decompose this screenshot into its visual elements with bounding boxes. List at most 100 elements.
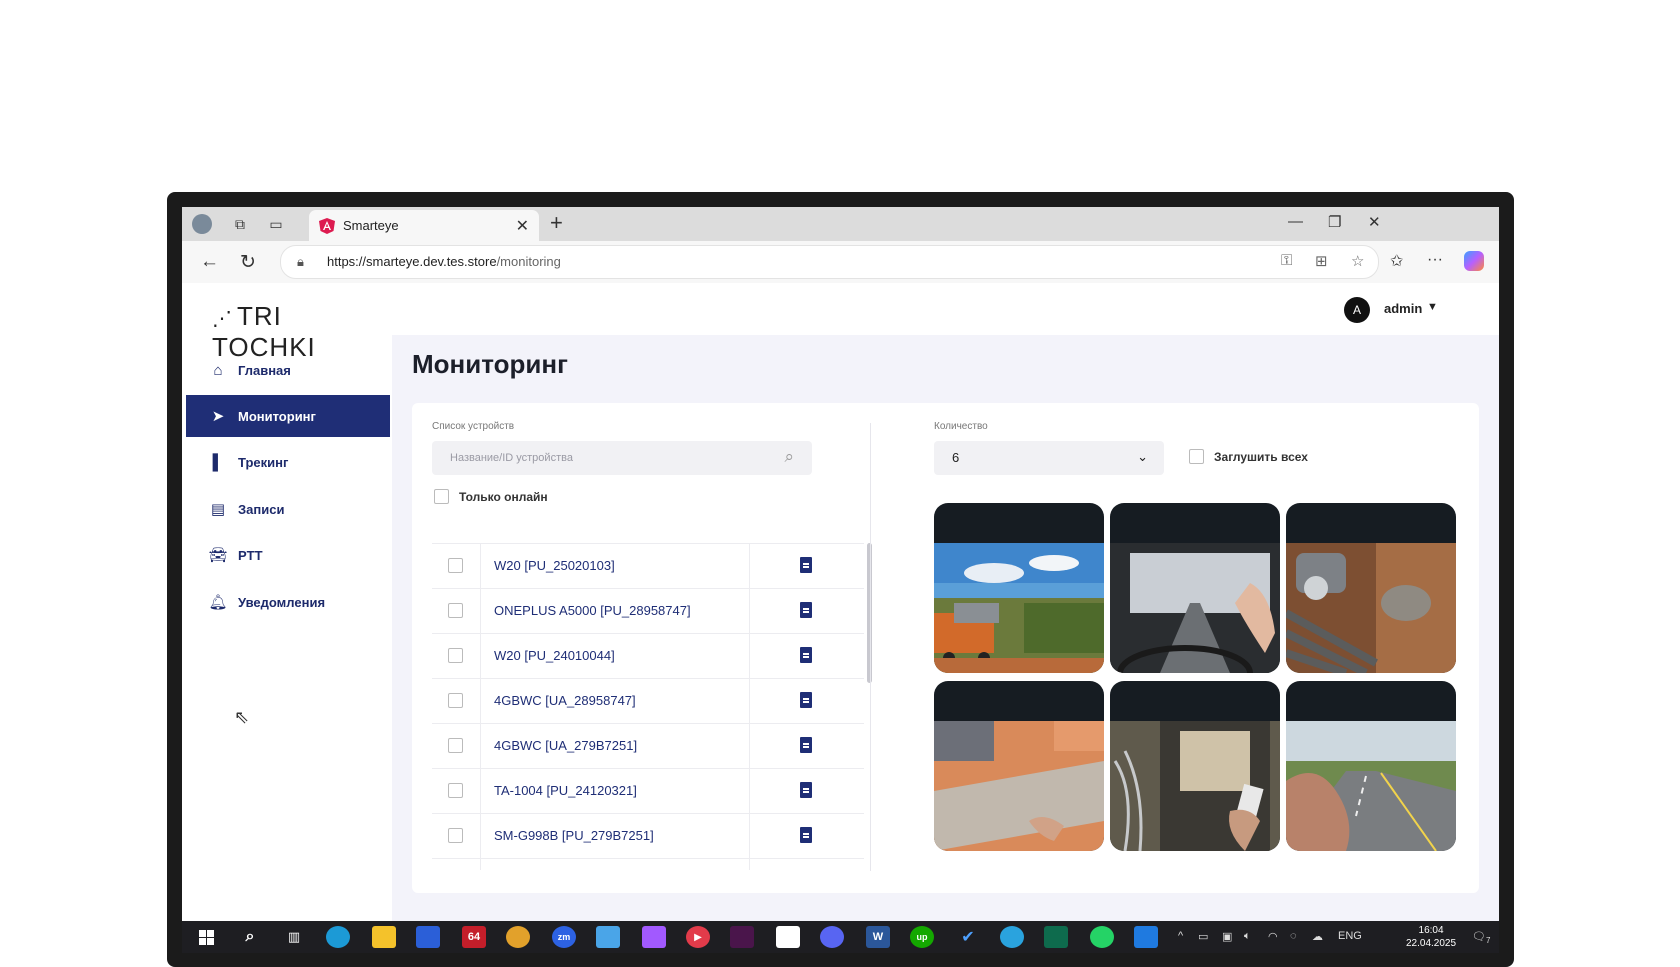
close-tab-icon[interactable]: ✕ bbox=[516, 216, 529, 236]
sidebar-item-records[interactable]: ▤ Записи bbox=[186, 488, 390, 530]
slack-icon[interactable] bbox=[730, 926, 754, 948]
back-icon[interactable]: ← bbox=[200, 251, 219, 273]
sidebar-item-notifications[interactable]: 🔔︎ Уведомления bbox=[186, 581, 390, 623]
document-icon[interactable] bbox=[800, 737, 812, 753]
document-icon[interactable] bbox=[800, 647, 812, 663]
network-icon[interactable]: ◠ bbox=[1268, 930, 1278, 943]
only-online-label: Только онлайн bbox=[459, 490, 548, 504]
table-row[interactable]: W20 [PU_24010044] bbox=[432, 634, 864, 679]
sidebar-item-home[interactable]: ⌂ Главная bbox=[186, 349, 390, 391]
mute-all-checkbox[interactable] bbox=[1189, 449, 1204, 464]
quantity-select[interactable]: 6 ⌄ bbox=[934, 441, 1164, 475]
media-player-icon[interactable]: ▶ bbox=[686, 926, 710, 948]
device-name[interactable]: TA-1004 [PU_24120321] bbox=[494, 783, 637, 798]
tab-actions-icon[interactable]: ▭ bbox=[264, 213, 288, 235]
table-row[interactable]: W20 [PU_25020103] bbox=[432, 544, 864, 589]
profile-avatar-icon[interactable] bbox=[190, 213, 214, 235]
sidebar-item-ptt[interactable]: 🚘︎ PTT bbox=[186, 534, 390, 576]
device-name[interactable]: W20 [PU_25020103] bbox=[494, 558, 615, 573]
task-view-icon[interactable]: ▥ bbox=[282, 926, 306, 948]
row-checkbox[interactable] bbox=[448, 783, 463, 798]
zoom-icon[interactable]: zm bbox=[552, 926, 576, 948]
language-indicator[interactable]: ENG bbox=[1338, 930, 1362, 942]
device-name[interactable]: SM-G998B [PU_279B7251] bbox=[494, 828, 654, 843]
row-checkbox[interactable] bbox=[448, 738, 463, 753]
close-window-icon[interactable]: ✕ bbox=[1368, 213, 1381, 231]
device-name[interactable]: 4GBWC [UA_279B7251] bbox=[494, 738, 637, 753]
video-tile[interactable] bbox=[1286, 503, 1456, 673]
favorites-icon[interactable]: ✩ bbox=[1390, 251, 1403, 271]
user-name[interactable]: admin bbox=[1384, 301, 1422, 316]
url-field[interactable]: 🔒︎ https://smarteye.dev.tes.store/monito… bbox=[280, 245, 1379, 279]
sidebar-item-tracking[interactable]: ▌ Трекинг bbox=[186, 441, 390, 483]
copilot-icon[interactable] bbox=[1464, 251, 1484, 271]
whatsapp-icon[interactable] bbox=[1090, 926, 1114, 948]
word-icon[interactable]: W bbox=[866, 926, 890, 948]
row-checkbox[interactable] bbox=[448, 693, 463, 708]
video-tile[interactable] bbox=[1286, 681, 1456, 851]
camera-feed-image bbox=[934, 543, 1104, 673]
table-row[interactable]: ONEPLUS A5000 [PU_28958747] bbox=[432, 589, 864, 634]
notification-center-icon[interactable]: 🗨︎7 bbox=[1472, 930, 1490, 945]
chevron-down-icon[interactable]: ▼ bbox=[1427, 301, 1438, 313]
clock[interactable]: 16:04 22.04.2025 bbox=[1406, 924, 1456, 950]
video-tile[interactable] bbox=[934, 503, 1104, 673]
row-checkbox[interactable] bbox=[448, 558, 463, 573]
restore-icon[interactable]: ❐ bbox=[1328, 213, 1341, 231]
table-row[interactable] bbox=[432, 859, 864, 870]
row-checkbox[interactable] bbox=[448, 828, 463, 843]
device-name[interactable]: ONEPLUS A5000 [PU_28958747] bbox=[494, 603, 691, 618]
video-tile[interactable] bbox=[1110, 503, 1280, 673]
video-tile[interactable] bbox=[934, 681, 1104, 851]
apps-icon[interactable]: ⊞ bbox=[1315, 252, 1328, 270]
sidebar-item-monitoring[interactable]: ➤ Мониторинг bbox=[186, 395, 390, 437]
minimize-icon[interactable]: — bbox=[1288, 213, 1303, 230]
discord-icon[interactable] bbox=[820, 926, 844, 948]
figma-icon[interactable] bbox=[642, 926, 666, 948]
document-icon[interactable] bbox=[800, 827, 812, 843]
document-icon[interactable] bbox=[800, 692, 812, 708]
telegram-icon[interactable] bbox=[1000, 926, 1024, 948]
tray-chevron-icon[interactable]: ^ bbox=[1178, 930, 1183, 942]
avatar[interactable]: A bbox=[1344, 297, 1370, 323]
app-icon[interactable] bbox=[1134, 926, 1158, 948]
store-icon[interactable] bbox=[416, 926, 440, 948]
file-explorer-icon[interactable] bbox=[372, 926, 396, 948]
row-checkbox[interactable] bbox=[448, 603, 463, 618]
edge-icon[interactable] bbox=[326, 926, 350, 948]
device-name[interactable]: W20 [PU_24010044] bbox=[494, 648, 615, 663]
app-root: ⋰ TRI TOCHKI ⌂ Главная ➤ Мониторинг ▌ Тре… bbox=[182, 283, 1499, 921]
more-icon[interactable]: ··· bbox=[1427, 251, 1443, 269]
aida64-icon[interactable]: 64 bbox=[462, 926, 486, 948]
video-tile[interactable] bbox=[1110, 681, 1280, 851]
app-icon[interactable] bbox=[776, 926, 800, 948]
table-row[interactable]: 4GBWC [UA_28958747] bbox=[432, 679, 864, 724]
app-icon[interactable] bbox=[1044, 926, 1068, 948]
app-icon[interactable] bbox=[596, 926, 620, 948]
only-online-checkbox[interactable] bbox=[434, 489, 449, 504]
windows-start-icon[interactable] bbox=[194, 926, 218, 948]
device-name[interactable]: 4GBWC [UA_28958747] bbox=[494, 693, 636, 708]
workspaces-icon[interactable]: ⧉ bbox=[228, 213, 252, 235]
new-tab-icon[interactable]: + bbox=[550, 210, 563, 236]
table-row[interactable]: 4GBWC [UA_279B7251] bbox=[432, 724, 864, 769]
browser-tab[interactable]: Smarteye ✕ bbox=[309, 210, 539, 241]
table-row[interactable]: SM-G998B [PU_279B7251] bbox=[432, 814, 864, 859]
todo-icon[interactable]: ✔ bbox=[956, 926, 980, 948]
search-icon[interactable]: ⌕ bbox=[238, 926, 262, 948]
favorite-star-icon[interactable]: ☆ bbox=[1351, 252, 1364, 270]
document-icon[interactable] bbox=[800, 557, 812, 573]
volume-muted-icon[interactable]: 🔈︎ bbox=[1244, 930, 1251, 943]
key-icon[interactable]: ⚿ bbox=[1281, 252, 1292, 269]
search-icon[interactable]: ⌕ bbox=[784, 447, 794, 467]
document-icon[interactable] bbox=[800, 782, 812, 798]
device-search-input[interactable]: Название/ID устройства ⌕ bbox=[432, 441, 812, 475]
refresh-icon[interactable]: ↻ bbox=[240, 251, 256, 274]
row-checkbox[interactable] bbox=[448, 648, 463, 663]
table-row[interactable]: TA-1004 [PU_24120321] bbox=[432, 769, 864, 814]
onedrive-icon[interactable]: ☁ bbox=[1312, 930, 1323, 943]
wifi-off-icon[interactable]: ◌ bbox=[1290, 930, 1297, 942]
document-icon[interactable] bbox=[800, 602, 812, 618]
chrome-icon[interactable] bbox=[506, 926, 530, 948]
upwork-icon[interactable]: up bbox=[910, 926, 934, 948]
